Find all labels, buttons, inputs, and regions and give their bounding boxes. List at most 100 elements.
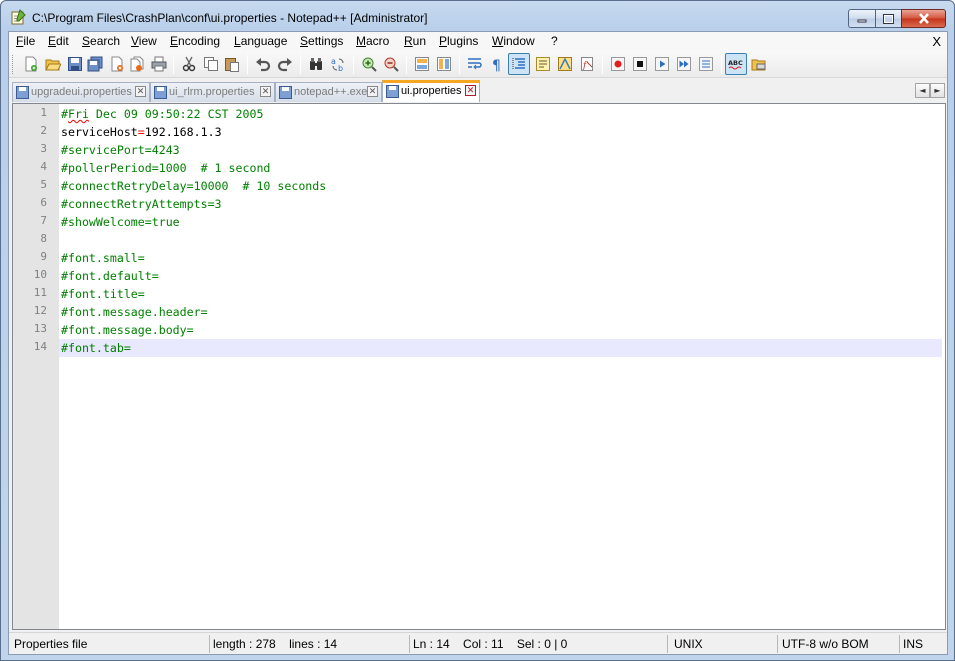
find-icon[interactable] <box>308 56 324 72</box>
stop-macro-icon[interactable] <box>632 56 648 72</box>
tab-bar: upgradeui.properties ✕ ui_rlrm.propertie… <box>9 79 947 103</box>
menu-file[interactable]: File <box>16 34 35 48</box>
code-line[interactable]: #font.tab= <box>61 339 131 357</box>
menu-edit[interactable]: Edit <box>48 34 69 48</box>
code-area[interactable]: #Fri Dec 09 09:50:22 CST 2005 serviceHost… <box>59 104 945 629</box>
doc-map-icon[interactable] <box>557 56 573 72</box>
title-bar[interactable]: C:\Program Files\CrashPlan\conf\ui.prope… <box>1 1 954 31</box>
code-line[interactable]: #showWelcome=true <box>61 213 180 231</box>
line-number: 6 <box>40 196 47 209</box>
tab-upgradeui-properties[interactable]: upgradeui.properties ✕ <box>12 82 150 102</box>
menu-run[interactable]: Run <box>404 34 426 48</box>
tab-scroll-arrows: ◄ ► <box>915 83 945 98</box>
line-number: 12 <box>33 304 47 317</box>
menu-macro[interactable]: Macro <box>356 34 389 48</box>
save-all-icon[interactable] <box>87 56 103 72</box>
line-number: 11 <box>33 286 47 299</box>
show-all-chars-icon[interactable]: ¶ <box>489 56 505 72</box>
code-token: #font.message.body= <box>61 323 194 337</box>
close-all-icon[interactable] <box>129 56 145 72</box>
code-line[interactable]: #font.small= <box>61 249 145 267</box>
tab-ui-rlrm-properties[interactable]: ui_rlrm.properties ✕ <box>150 82 275 102</box>
tab-notepad-exe[interactable]: notepad++.exe ✕ <box>275 82 382 102</box>
code-line[interactable]: #connectRetryDelay=10000 # 10 seconds <box>61 177 326 195</box>
run-macro-multiple-icon[interactable] <box>676 56 692 72</box>
menu-help[interactable]: ? <box>551 34 558 48</box>
toolbar-grip[interactable] <box>12 55 15 74</box>
word-wrap-icon[interactable] <box>467 56 483 72</box>
status-encoding[interactable]: UTF-8 w/o BOM <box>777 635 899 653</box>
tab-scroll-right-icon[interactable]: ► <box>930 83 945 98</box>
close-window-button[interactable] <box>901 9 946 28</box>
tab-ui-properties[interactable]: ui.properties ✕ <box>382 80 480 102</box>
maximize-button[interactable] <box>875 9 901 28</box>
menu-plugins[interactable]: Plugins <box>439 34 478 48</box>
line-number: 7 <box>40 214 47 227</box>
zoom-in-icon[interactable] <box>361 56 377 72</box>
line-number-gutter[interactable]: 1 2 3 4 5 6 7 8 9 10 11 12 13 14 <box>13 104 59 629</box>
play-macro-icon[interactable] <box>654 56 670 72</box>
redo-icon[interactable] <box>277 56 293 72</box>
save-macro-icon[interactable] <box>698 56 714 72</box>
cut-icon[interactable] <box>181 56 197 72</box>
zoom-out-icon[interactable] <box>383 56 399 72</box>
menu-settings[interactable]: Settings <box>300 34 343 48</box>
status-length: length : 278 <box>213 637 276 651</box>
code-line[interactable]: #font.title= <box>61 285 145 303</box>
open-file-icon[interactable] <box>45 56 61 72</box>
paste-icon[interactable] <box>224 56 240 72</box>
new-file-icon[interactable] <box>23 56 39 72</box>
saved-file-icon <box>386 85 399 98</box>
menu-encoding[interactable]: Encoding <box>170 34 220 48</box>
minimize-button[interactable] <box>848 9 875 28</box>
code-line[interactable]: #Fri Dec 09 09:50:22 CST 2005 <box>61 105 263 123</box>
editor[interactable]: 1 2 3 4 5 6 7 8 9 10 11 12 13 14 #Fri Dec 09 09:50:22… <box>12 103 946 630</box>
menu-search[interactable]: Search <box>82 34 120 48</box>
undo-icon[interactable] <box>255 56 271 72</box>
print-icon[interactable] <box>151 56 167 72</box>
user-defined-language-icon[interactable] <box>535 56 551 72</box>
code-token: #font.tab= <box>61 341 131 355</box>
record-macro-icon[interactable] <box>610 56 626 72</box>
save-icon[interactable] <box>67 56 83 72</box>
copy-icon[interactable] <box>203 56 219 72</box>
code-line[interactable]: #servicePort=4243 <box>61 141 180 159</box>
spell-check-button[interactable]: ABC <box>725 53 747 75</box>
status-file-type: Properties file <box>14 637 88 651</box>
toolbar-separator <box>459 55 460 74</box>
tab-close-icon[interactable]: ✕ <box>260 86 271 97</box>
status-eol[interactable]: UNIX <box>667 635 777 653</box>
close-document-button[interactable]: X <box>932 34 941 49</box>
tab-close-icon[interactable]: ✕ <box>135 86 146 97</box>
line-number: 4 <box>40 160 47 173</box>
menu-view[interactable]: View <box>131 34 157 48</box>
status-insert-mode[interactable]: INS <box>899 635 945 653</box>
code-token: #showWelcome=true <box>61 215 180 229</box>
menu-language[interactable]: Language <box>234 34 287 48</box>
minimize-icon <box>857 19 867 22</box>
sync-horizontal-icon[interactable] <box>436 56 452 72</box>
line-number: 8 <box>40 232 47 245</box>
tab-label: ui.properties <box>401 85 462 97</box>
menu-window[interactable]: Window <box>492 34 535 48</box>
code-token: = <box>137 125 145 139</box>
code-line[interactable]: #font.message.body= <box>61 321 194 339</box>
code-token: #servicePort=4243 <box>61 143 180 157</box>
code-line[interactable]: #pollerPeriod=1000 # 1 second <box>61 159 270 177</box>
indent-guide-button[interactable] <box>508 53 530 75</box>
code-line[interactable]: #font.message.header= <box>61 303 208 321</box>
function-list-icon[interactable]: f <box>579 56 595 72</box>
replace-icon[interactable]: ab <box>330 56 346 72</box>
tab-close-icon[interactable]: ✕ <box>367 86 378 97</box>
code-line[interactable]: serviceHost=192.168.1.3 <box>61 123 222 141</box>
line-number: 9 <box>40 250 47 263</box>
tab-close-icon[interactable]: ✕ <box>465 85 476 96</box>
line-number: 5 <box>40 178 47 191</box>
plugin-folder-icon[interactable] <box>751 56 767 72</box>
close-file-icon[interactable] <box>109 56 125 72</box>
code-line[interactable]: #connectRetryAttempts=3 <box>61 195 222 213</box>
svg-text:¶: ¶ <box>492 58 501 72</box>
code-line[interactable]: #font.default= <box>61 267 159 285</box>
tab-scroll-left-icon[interactable]: ◄ <box>915 83 930 98</box>
sync-vertical-icon[interactable] <box>414 56 430 72</box>
